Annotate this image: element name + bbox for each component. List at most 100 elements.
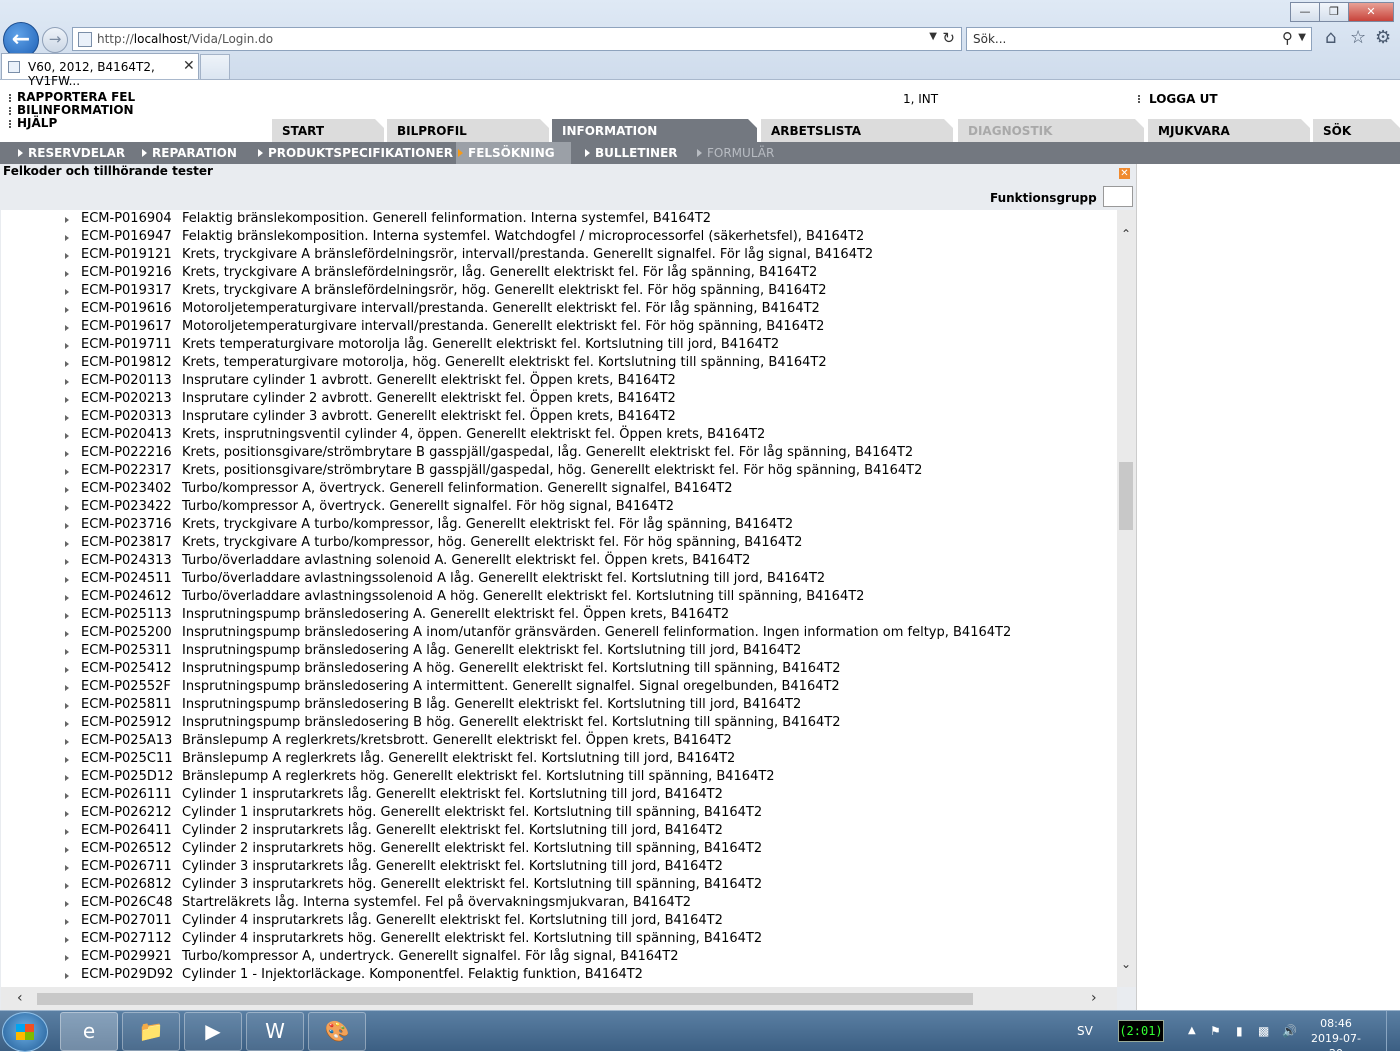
fault-code[interactable]: ECM-P025811 <box>81 696 172 714</box>
fault-description[interactable]: Bränslepump A reglerkrets/kretsbrott. Ge… <box>182 732 732 750</box>
ie-icon[interactable]: e <box>60 1012 118 1051</box>
fault-description[interactable]: Cylinder 1 insprutarkrets låg. Generellt… <box>182 786 723 804</box>
fault-code[interactable]: ECM-P019121 <box>81 246 172 264</box>
fault-description[interactable]: Motoroljetemperaturgivare intervall/pres… <box>182 318 824 336</box>
fault-description[interactable]: Krets temperaturgivare motorolja låg. Ge… <box>182 336 779 354</box>
fault-code[interactable]: ECM-P019317 <box>81 282 172 300</box>
scroll-left-icon[interactable]: ‹ <box>17 990 23 1006</box>
fault-code[interactable]: ECM-P023402 <box>81 480 172 498</box>
explorer-folder-icon[interactable]: 📁 <box>122 1012 180 1051</box>
expand-arrow-icon[interactable] <box>65 271 69 277</box>
expand-arrow-icon[interactable] <box>65 955 69 961</box>
scroll-thumb[interactable] <box>1119 462 1133 530</box>
word-icon[interactable]: W <box>246 1012 304 1051</box>
fault-description[interactable]: Insprutningspump bränsledosering A inom/… <box>182 624 1011 642</box>
fault-code[interactable]: ECM-P024511 <box>81 570 172 588</box>
browser-search-box[interactable]: Sök... ⚲ ▼ <box>966 27 1312 51</box>
fault-code[interactable]: ECM-P025D12 <box>81 768 173 786</box>
fault-code[interactable]: ECM-P016904 <box>81 210 172 228</box>
flag-icon[interactable]: ⚑ <box>1210 1011 1221 1051</box>
fault-code[interactable]: ECM-P02552F <box>81 678 171 696</box>
chevron-down-icon[interactable]: ▼ <box>1298 32 1306 43</box>
expand-arrow-icon[interactable] <box>65 343 69 349</box>
expand-arrow-icon[interactable] <box>65 757 69 763</box>
refresh-icon[interactable]: ↻ <box>942 29 955 47</box>
scroll-down-icon[interactable]: ⌄ <box>1121 957 1131 971</box>
expand-arrow-icon[interactable] <box>65 415 69 421</box>
tab-sok[interactable]: SÖK <box>1313 119 1400 142</box>
paint-icon[interactable]: 🎨 <box>308 1012 366 1051</box>
fault-description[interactable]: Insprutningspump bränsledosering B hög. … <box>182 714 841 732</box>
fault-code[interactable]: ECM-P019616 <box>81 300 172 318</box>
subtab-bulletiner[interactable]: BULLETINER <box>583 142 678 164</box>
tools-gear-icon[interactable]: ⚙ <box>1375 27 1391 48</box>
fault-description[interactable]: Felaktig bränslekomposition. Interna sys… <box>182 228 864 246</box>
logout-link[interactable]: LOGGA UT <box>1138 92 1218 106</box>
fault-description[interactable]: Insprutningspump bränsledosering A hög. … <box>182 660 841 678</box>
language-indicator[interactable]: SV <box>1077 1011 1093 1051</box>
new-tab-button[interactable] <box>200 54 230 80</box>
expand-arrow-icon[interactable] <box>65 775 69 781</box>
vertical-scrollbar[interactable]: ⌃ ⌄ <box>1117 210 1136 987</box>
expand-arrow-icon[interactable] <box>65 649 69 655</box>
subtab-produktspecifikationer[interactable]: PRODUKTSPECIFIKATIONER <box>256 142 453 164</box>
expand-arrow-icon[interactable] <box>65 667 69 673</box>
expand-arrow-icon[interactable] <box>65 847 69 853</box>
expand-arrow-icon[interactable] <box>65 937 69 943</box>
fault-description[interactable]: Cylinder 1 insprutarkrets hög. Generellt… <box>182 804 762 822</box>
fault-code[interactable]: ECM-P020213 <box>81 390 172 408</box>
fault-description[interactable]: Turbo/överladdare avlastningssolenoid A … <box>182 570 825 588</box>
fault-description[interactable]: Cylinder 2 insprutarkrets hög. Generellt… <box>182 840 762 858</box>
scroll-right-icon[interactable]: › <box>1091 990 1097 1006</box>
browser-tab[interactable]: V60, 2012, B4164T2, YV1FW... ✕ <box>1 53 199 88</box>
subtab-felsokning[interactable]: FELSÖKNING <box>456 142 571 164</box>
fault-description[interactable]: Krets, tryckgivare A bränslefördelningsr… <box>182 282 826 300</box>
expand-arrow-icon[interactable] <box>65 685 69 691</box>
tab-mjukvara[interactable]: MJUKVARA <box>1148 119 1311 142</box>
expand-arrow-icon[interactable] <box>65 307 69 313</box>
fault-code[interactable]: ECM-P023817 <box>81 534 172 552</box>
expand-arrow-icon[interactable] <box>65 289 69 295</box>
expand-arrow-icon[interactable] <box>65 811 69 817</box>
fault-description[interactable]: Krets, insprutningsventil cylinder 4, öp… <box>182 426 765 444</box>
expand-arrow-icon[interactable] <box>65 523 69 529</box>
expand-arrow-icon[interactable] <box>65 217 69 223</box>
expand-arrow-icon[interactable] <box>65 451 69 457</box>
show-hidden-icons-icon[interactable]: ▲ <box>1188 1011 1196 1051</box>
scroll-up-icon[interactable]: ⌃ <box>1121 227 1131 241</box>
fault-description[interactable]: Insprutningspump bränsledosering A. Gene… <box>182 606 729 624</box>
fault-description[interactable]: Insprutningspump bränsledosering A låg. … <box>182 642 801 660</box>
expand-arrow-icon[interactable] <box>65 253 69 259</box>
scroll-thumb-horizontal[interactable] <box>37 993 973 1005</box>
fault-code[interactable]: ECM-P025311 <box>81 642 172 660</box>
fault-description[interactable]: Startreläkrets låg. Interna systemfel. F… <box>182 894 691 912</box>
expand-arrow-icon[interactable] <box>65 487 69 493</box>
expand-arrow-icon[interactable] <box>65 541 69 547</box>
fault-description[interactable]: Turbo/överladdare avlastningssolenoid A … <box>182 588 864 606</box>
fault-description[interactable]: Bränslepump A reglerkrets låg. Generellt… <box>182 750 735 768</box>
network-icon[interactable]: ▩ <box>1258 1011 1269 1051</box>
expand-arrow-icon[interactable] <box>65 361 69 367</box>
fault-code[interactable]: ECM-P029921 <box>81 948 172 966</box>
fault-code[interactable]: ECM-P026411 <box>81 822 172 840</box>
close-window-button[interactable]: ✕ <box>1348 2 1394 22</box>
expand-arrow-icon[interactable] <box>65 919 69 925</box>
expand-arrow-icon[interactable] <box>65 469 69 475</box>
battery-meter[interactable]: (2:01) <box>1118 1020 1164 1042</box>
expand-arrow-icon[interactable] <box>65 883 69 889</box>
volume-icon[interactable]: 🔊 <box>1282 1011 1297 1051</box>
function-group-input[interactable] <box>1103 186 1133 207</box>
expand-arrow-icon[interactable] <box>65 703 69 709</box>
address-bar[interactable]: http://localhost/Vida/Login.do ▼ ↻ <box>72 27 962 51</box>
help-link[interactable]: HJÄLP <box>8 117 135 130</box>
fault-code[interactable]: ECM-P027011 <box>81 912 172 930</box>
close-icon[interactable]: ✕ <box>1119 168 1130 179</box>
expand-arrow-icon[interactable] <box>65 559 69 565</box>
battery-icon[interactable]: ▮ <box>1236 1011 1243 1051</box>
fault-code[interactable]: ECM-P027112 <box>81 930 172 948</box>
tab-bilprofil[interactable]: BILPROFIL <box>387 119 550 142</box>
favorites-star-icon[interactable]: ☆ <box>1350 27 1366 48</box>
tab-start[interactable]: START <box>272 119 385 142</box>
expand-arrow-icon[interactable] <box>65 595 69 601</box>
fault-description[interactable]: Insprutare cylinder 2 avbrott. Generellt… <box>182 390 676 408</box>
